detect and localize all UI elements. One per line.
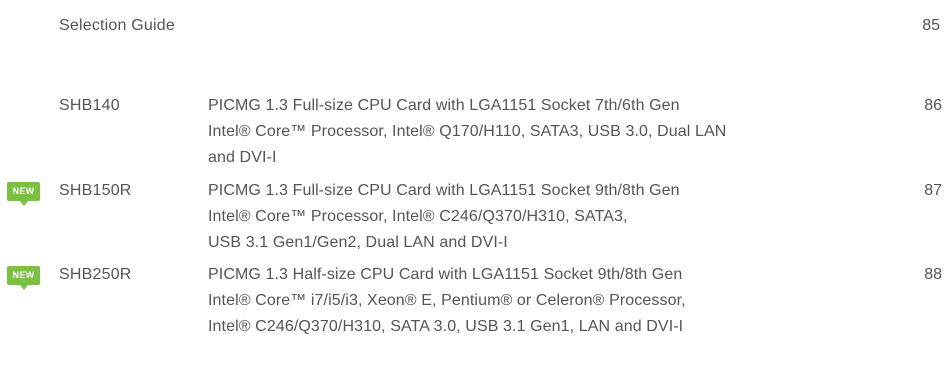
product-model[interactable]: SHB150R: [59, 178, 132, 204]
description-line: PICMG 1.3 Half-size CPU Card with LGA115…: [208, 266, 683, 283]
description-line: Intel® C246/Q370/H310, SATA 3.0, USB 3.1…: [208, 318, 684, 335]
product-entry-shb140[interactable]: SHB140 PICMG 1.3 Full-size CPU Card with…: [0, 93, 944, 171]
description-line: PICMG 1.3 Full-size CPU Card with LGA115…: [208, 97, 680, 114]
page-number: 87: [924, 182, 942, 199]
product-entry-shb250r[interactable]: NEW SHB250R PICMG 1.3 Half-size CPU Card…: [0, 262, 944, 340]
description-line: and DVI-I: [208, 149, 277, 166]
product-description: PICMG 1.3 Full-size CPU Card with LGA115…: [208, 178, 848, 256]
description-line: PICMG 1.3 Full-size CPU Card with LGA115…: [208, 182, 680, 199]
description-line: Intel® Core™ Processor, Intel® C246/Q370…: [208, 208, 628, 225]
description-line: Intel® Core™ Processor, Intel® Q170/H110…: [208, 123, 727, 140]
description-line: USB 3.1 Gen1/Gen2, Dual LAN and DVI-I: [208, 234, 508, 251]
selection-guide-title[interactable]: Selection Guide: [59, 14, 175, 38]
product-description: PICMG 1.3 Half-size CPU Card with LGA115…: [208, 262, 848, 340]
description-line: Intel® Core™ i7/i5/i3, Xeon® E, Pentium®…: [208, 292, 686, 309]
page-number: 88: [924, 266, 942, 283]
product-entry-shb150r[interactable]: NEW SHB150R PICMG 1.3 Full-size CPU Card…: [0, 178, 944, 256]
product-model[interactable]: SHB250R: [59, 262, 132, 288]
new-badge-icon: NEW: [7, 182, 40, 206]
product-description: PICMG 1.3 Full-size CPU Card with LGA115…: [208, 93, 848, 171]
selection-guide-page-number: 85: [922, 17, 940, 34]
product-model[interactable]: SHB140: [59, 93, 120, 119]
page-number: 86: [924, 97, 942, 114]
new-badge-icon: NEW: [7, 266, 40, 290]
selection-guide-row[interactable]: Selection Guide 85: [59, 14, 942, 38]
